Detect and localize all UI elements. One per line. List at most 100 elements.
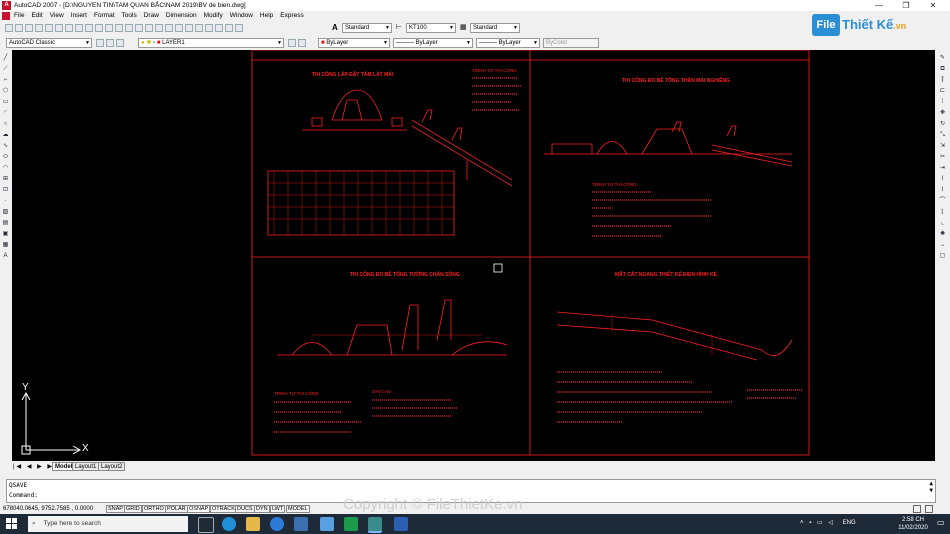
mirror-icon[interactable]: ⫿ [938, 76, 947, 85]
menu-view[interactable]: View [50, 11, 64, 21]
menu-help[interactable]: Help [260, 11, 273, 21]
publish-icon[interactable] [55, 24, 63, 32]
table-style-dropdown[interactable]: Standard ▼ [470, 23, 520, 33]
new-icon[interactable] [5, 24, 13, 32]
dist-icon[interactable]: ↔ [938, 241, 947, 250]
paste-icon[interactable] [85, 24, 93, 32]
rotate-icon[interactable]: ↻ [938, 120, 947, 129]
ortho-toggle[interactable]: ORTHO [142, 505, 166, 513]
menu-window[interactable]: Window [230, 11, 253, 21]
arc-icon[interactable]: ◜ [1, 109, 10, 118]
scale-icon[interactable]: ⤡ [938, 131, 947, 140]
table-icon[interactable]: ▦ [1, 241, 10, 250]
grid-toggle[interactable]: GRID [124, 505, 142, 513]
copy-object-icon[interactable]: ⧉ [938, 65, 947, 74]
menu-tools[interactable]: Tools [122, 11, 137, 21]
gradient-icon[interactable]: ▤ [1, 219, 10, 228]
otrack-toggle[interactable]: OTRACK [210, 505, 237, 513]
revision-cloud-icon[interactable]: ☁ [1, 131, 10, 140]
text-style-dropdown[interactable]: Standard ▼ [342, 23, 392, 33]
erase-icon[interactable]: ✎ [938, 54, 947, 63]
command-prompt[interactable]: Command: [9, 492, 38, 499]
quickcalc-icon[interactable] [225, 24, 233, 32]
tray-app-icon[interactable]: ▪ [809, 520, 811, 526]
ellipse-arc-icon[interactable]: ◠ [1, 164, 10, 173]
layer-state-icon[interactable] [116, 39, 124, 47]
lwt-toggle[interactable]: LWT [270, 505, 286, 513]
redo-icon[interactable] [125, 24, 133, 32]
menu-format[interactable]: Format [94, 11, 115, 21]
undo-icon[interactable] [115, 24, 123, 32]
break-icon[interactable]: ⌇ [938, 186, 947, 195]
windows-start-icon[interactable] [6, 518, 18, 530]
coordinate-readout[interactable]: 678040.0645, 9752.7585 , 0.0000 [3, 504, 93, 514]
block-editor-icon[interactable] [105, 24, 113, 32]
language-indicator[interactable]: ENG [843, 520, 856, 526]
menu-file[interactable]: File [14, 11, 24, 21]
zoom-realtime-icon[interactable] [145, 24, 153, 32]
design-center-icon[interactable] [185, 24, 193, 32]
menu-edit[interactable]: Edit [31, 11, 42, 21]
polygon-icon[interactable]: ⬡ [1, 87, 10, 96]
autocad-taskbar-icon[interactable] [368, 517, 382, 533]
tab-scroll-arrows[interactable]: |◀ ◀ ▶ ▶| [13, 463, 58, 470]
rectangle-icon[interactable]: ▭ [1, 98, 10, 107]
word-icon[interactable] [394, 517, 408, 531]
properties-icon[interactable] [175, 24, 183, 32]
extend-icon[interactable]: ⇥ [938, 164, 947, 173]
model-toggle[interactable]: MODEL [286, 505, 310, 513]
layer-dropdown[interactable]: ● ✺ ▪ ■ LAYER1 ▼ [138, 38, 284, 48]
workspace-dropdown[interactable]: AutoCAD Classic ▼ [6, 38, 92, 48]
workspace-settings-icon[interactable] [96, 39, 104, 47]
ellipse-icon[interactable]: ⬭ [1, 153, 10, 162]
document-icon[interactable] [2, 12, 10, 20]
sheet-set-icon[interactable] [205, 24, 213, 32]
make-current-icon[interactable] [288, 39, 296, 47]
open-icon[interactable] [15, 24, 23, 32]
polar-toggle[interactable]: POLAR [165, 505, 188, 513]
taskbar-search[interactable]: ⌕ Type here to search [28, 516, 188, 532]
spline-icon[interactable]: ∿ [1, 142, 10, 151]
preview-icon[interactable] [45, 24, 53, 32]
menu-draw[interactable]: Draw [144, 11, 159, 21]
file-explorer-icon[interactable] [246, 517, 260, 531]
cut-icon[interactable] [65, 24, 73, 32]
close-icon[interactable]: ✕ [922, 0, 944, 11]
layer-previous-icon[interactable] [298, 39, 306, 47]
menu-insert[interactable]: Insert [71, 11, 87, 21]
autocad-app-icon[interactable]: A [2, 1, 11, 10]
tray-chevron-icon[interactable]: ˄ [800, 520, 804, 526]
markup-icon[interactable] [215, 24, 223, 32]
polyline-icon[interactable]: ⌐ [1, 76, 10, 85]
move-icon[interactable]: ✥ [938, 109, 947, 118]
plot-icon[interactable] [35, 24, 43, 32]
region-icon[interactable]: ▣ [1, 230, 10, 239]
zoom-window-icon[interactable] [155, 24, 163, 32]
maximize-icon[interactable]: ❐ [895, 0, 917, 11]
snap-toggle[interactable]: SNAP [106, 505, 125, 513]
line-icon[interactable]: ╱ [1, 54, 10, 63]
array-icon[interactable]: ⁞ [938, 98, 947, 107]
status-tray-icon[interactable] [913, 505, 921, 513]
match-properties-icon[interactable] [95, 24, 103, 32]
trim-icon[interactable]: ✂ [938, 153, 947, 162]
edge-icon[interactable] [222, 517, 236, 531]
save-icon[interactable] [25, 24, 33, 32]
store-icon[interactable] [294, 517, 308, 531]
point-icon[interactable]: · [1, 197, 10, 206]
clock[interactable]: 2:58 CH 11/02/2020 [893, 516, 933, 532]
construction-line-icon[interactable]: ⟋ [1, 65, 10, 74]
tab-layout2[interactable]: Layout2 [98, 462, 126, 471]
tab-layout1[interactable]: Layout1 [72, 462, 100, 471]
help-icon[interactable] [235, 24, 243, 32]
dim-style-dropdown[interactable]: KT100 ▼ [406, 23, 456, 33]
minimize-icon[interactable]: — [868, 0, 890, 11]
insert-block-icon[interactable]: ⊞ [1, 175, 10, 184]
drawing-area[interactable]: THI CÔNG LẮP ĐẶT TẤM LÁT MÁI TRÌNH TỰ TH… [12, 50, 935, 461]
task-view-icon[interactable] [198, 517, 214, 533]
notification-icon[interactable]: ▭ [937, 518, 947, 530]
layer-manager-icon[interactable] [106, 39, 114, 47]
break-at-point-icon[interactable]: ⌇ [938, 175, 947, 184]
join-icon[interactable]: ⌒ [938, 197, 947, 206]
clean-screen-icon[interactable] [925, 505, 933, 513]
